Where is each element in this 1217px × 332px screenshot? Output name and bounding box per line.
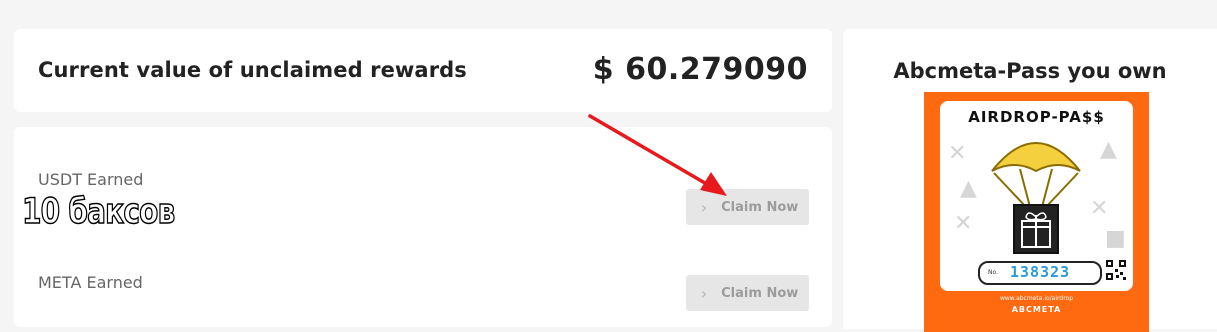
ghost-symbol-icon: ■ [1105, 226, 1126, 251]
pass-url: www.abcmeta.io/airdrop [999, 295, 1074, 302]
ghost-symbol-icon: ✕ [954, 211, 973, 236]
ghost-symbol-icon: ▲ [960, 176, 977, 201]
qr-code-icon [1106, 260, 1126, 280]
ghost-symbol-icon: ✕ [1090, 196, 1109, 221]
parachute-gift-icon [991, 142, 1081, 254]
pass-number-box: No. 138323 [978, 261, 1102, 285]
ghost-symbol-icon: ✕ [948, 141, 967, 166]
pass-brand-logo: ABCMETA [1011, 305, 1062, 314]
pass-no-label: No. [988, 269, 998, 276]
pass-card-face: AIRDROP-PA$$ ✕ ▲ ✕ ✕ ▲ ■ No. 138323 [940, 101, 1133, 291]
abcmeta-pass-card: Abcmeta-Pass you own AIRDROP-PA$$ ✕ ▲ ✕ … [843, 29, 1217, 332]
airdrop-pass-image[interactable]: AIRDROP-PA$$ ✕ ▲ ✕ ✕ ▲ ■ No. 138323 www.… [924, 92, 1149, 332]
ghost-symbol-icon: ▲ [1100, 137, 1117, 162]
pass-title: Abcmeta-Pass you own [893, 59, 1167, 83]
pass-heading: AIRDROP-PA$$ [968, 108, 1105, 126]
pass-number: 138323 [1010, 263, 1071, 281]
